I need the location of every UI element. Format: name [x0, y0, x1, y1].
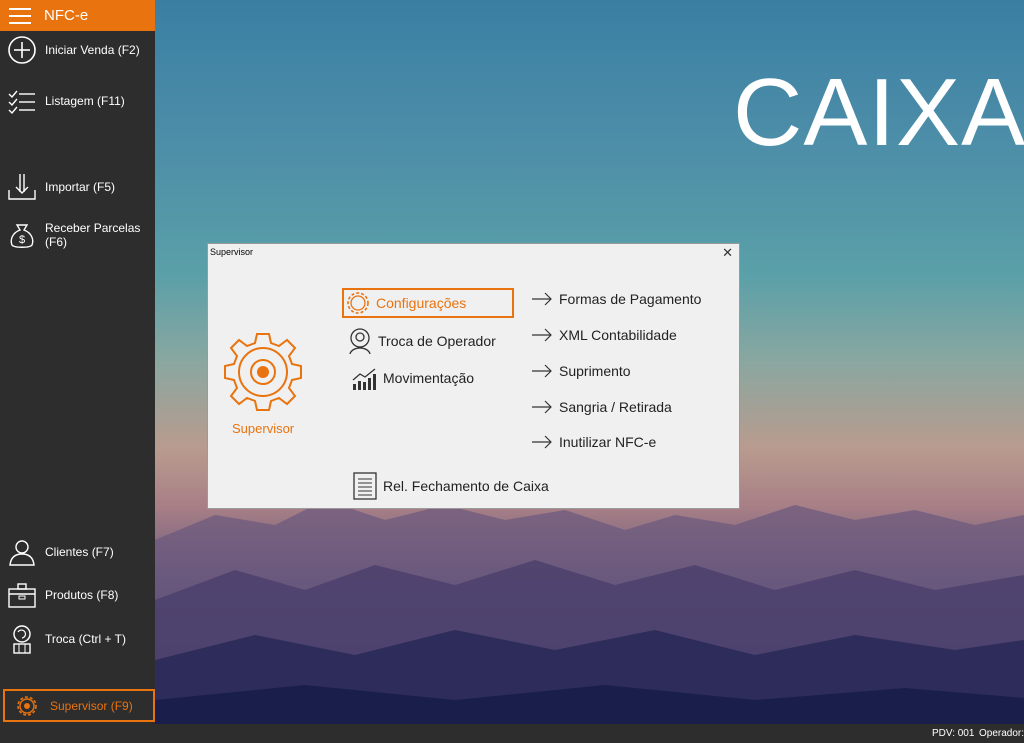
link-label: Sangria / Retirada — [559, 399, 672, 415]
gear-icon — [347, 292, 369, 314]
supervisor-gear-icon — [224, 333, 302, 411]
box-icon — [8, 583, 36, 608]
movimentacao-button[interactable]: Movimentação — [351, 364, 474, 392]
sidebar-item-produtos[interactable]: Produtos (F8) — [0, 575, 155, 615]
sidebar-item-label: Listagem (F11) — [45, 94, 125, 108]
sidebar-item-label: Iniciar Venda (F2) — [45, 43, 140, 57]
sidebar-item-iniciar-venda[interactable]: Iniciar Venda (F2) — [0, 30, 155, 70]
troca-operador-label: Troca de Operador — [378, 333, 496, 349]
sidebar-item-label: Importar (F5) — [45, 180, 116, 194]
dialog-title: Supervisor — [210, 247, 254, 257]
supervisor-label: Supervisor — [232, 421, 295, 436]
rel-fechamento-label: Rel. Fechamento de Caixa — [383, 478, 549, 494]
arrow-right-icon — [532, 400, 552, 414]
sidebar-item-clientes[interactable]: Clientes (F7) — [0, 532, 155, 572]
arrow-right-icon — [532, 364, 552, 378]
link-label: XML Contabilidade — [559, 327, 677, 343]
sidebar-item-receber-parcelas[interactable]: $ Receber Parcelas (F6) — [0, 215, 155, 255]
movimentacao-label: Movimentação — [383, 370, 475, 386]
import-icon — [8, 174, 36, 200]
supervisor-dialog: Supervisor ✕ Supervisor Configurações Tr… — [207, 243, 740, 509]
link-label: Inutilizar NFC-e — [559, 434, 657, 450]
status-bar: PDV: 001 Operador: — [0, 724, 1024, 743]
link-suprimento[interactable]: Suprimento — [531, 363, 631, 379]
gear-icon — [17, 695, 37, 716]
sidebar-item-troca[interactable]: Troca (Ctrl + T) — [0, 619, 155, 659]
operator-icon — [349, 328, 371, 355]
sidebar-item-listagem[interactable]: Listagem (F11) — [0, 81, 155, 121]
sidebar-item-label: Produtos (F8) — [45, 588, 119, 602]
plus-circle-icon — [8, 36, 36, 64]
hamburger-menu-icon[interactable] — [9, 8, 31, 24]
sidebar-item-label: Clientes (F7) — [45, 545, 114, 559]
link-label: Suprimento — [559, 363, 631, 379]
arrow-right-icon — [532, 328, 552, 342]
checklist-icon — [8, 90, 35, 115]
sidebar-item-label: Receber Parcelas (F6) — [45, 221, 141, 249]
arrow-right-icon — [532, 292, 552, 306]
sidebar-item-label: Supervisor (F9) — [50, 698, 133, 713]
sidebar-item-importar[interactable]: Importar (F5) — [0, 167, 155, 207]
link-xml-contabilidade[interactable]: XML Contabilidade — [531, 327, 677, 343]
user-icon — [9, 540, 35, 566]
configuracoes-button[interactable]: Configurações — [342, 288, 514, 318]
link-inutilizar-nfce[interactable]: Inutilizar NFC-e — [531, 434, 656, 450]
operator-status: Operador: — [979, 728, 1024, 739]
link-sangria-retirada[interactable]: Sangria / Retirada — [531, 399, 672, 415]
link-label: Formas de Pagamento — [559, 291, 702, 307]
pdv-status: PDV: 001 — [932, 728, 975, 739]
exchange-icon — [13, 625, 31, 654]
rel-fechamento-button[interactable]: Rel. Fechamento de Caixa — [351, 472, 549, 500]
sidebar-item-label: Troca (Ctrl + T) — [45, 632, 127, 646]
chart-icon — [352, 368, 376, 390]
troca-operador-button[interactable]: Troca de Operador — [346, 327, 496, 355]
arrow-right-icon — [532, 435, 552, 449]
svg-text:$: $ — [19, 234, 25, 246]
configuracoes-label: Configurações — [376, 295, 467, 311]
report-icon — [353, 472, 377, 500]
link-formas-pagamento[interactable]: Formas de Pagamento — [531, 291, 701, 307]
sidebar-item-supervisor[interactable]: Supervisor (F9) — [3, 689, 155, 722]
close-icon[interactable]: ✕ — [722, 245, 733, 261]
app-header: NFC-e — [0, 0, 155, 31]
app-title: NFC-e — [44, 7, 89, 24]
background-title: CAIXA — [733, 59, 1024, 166]
money-bag-icon: $ — [10, 224, 34, 248]
sidebar: NFC-e Iniciar Venda (F2) Listagem (F11) … — [0, 0, 155, 724]
